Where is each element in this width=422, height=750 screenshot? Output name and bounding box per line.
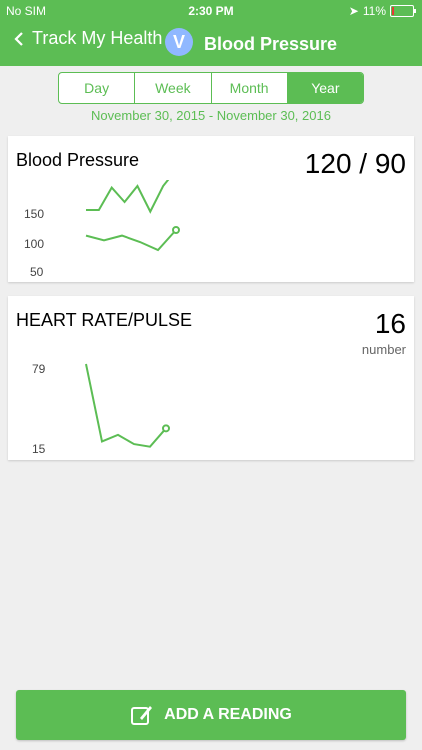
date-range: November 30, 2015 - November 30, 2016: [91, 108, 331, 123]
avatar[interactable]: V: [165, 28, 193, 56]
location-icon: ➤: [348, 4, 359, 18]
segment-day[interactable]: Day: [59, 73, 134, 103]
y-tick: 79: [32, 362, 46, 376]
y-tick: 50: [30, 265, 44, 279]
app-header: No SIM 2:30 PM ➤ 11% Track My Health V B…: [0, 0, 422, 66]
battery-icon: [390, 5, 416, 17]
series-line: [86, 180, 170, 214]
last-point-marker: [172, 226, 180, 234]
series-line: [85, 363, 167, 448]
status-right: ➤ 11%: [348, 4, 416, 18]
add-reading-label: ADD A READING: [164, 706, 292, 723]
nav-bar: Track My Health V Blood Pressure: [0, 24, 422, 64]
card-value: 16: [374, 308, 406, 339]
card-unit: number: [361, 342, 406, 357]
chevron-left-icon: [14, 31, 23, 46]
range-segmented-control: Day Week Month Year: [58, 72, 364, 104]
segment-month[interactable]: Month: [210, 73, 287, 103]
y-tick: 100: [24, 237, 45, 251]
card-value: 120 / 90: [304, 148, 406, 179]
last-point-marker: [162, 424, 170, 433]
battery-percent: 11%: [362, 4, 386, 18]
card-title: HEART RATE/PULSE: [16, 310, 193, 330]
heart-rate-card[interactable]: HEART RATE/PULSE 16 number 79 15: [8, 296, 414, 460]
segment-week[interactable]: Week: [134, 73, 210, 103]
status-bar: No SIM 2:30 PM ➤ 11%: [0, 0, 422, 22]
blood-pressure-card[interactable]: Blood Pressure 120 / 90 150 100 50: [8, 136, 414, 282]
heart-rate-chart: [85, 363, 170, 448]
y-tick: 15: [32, 442, 46, 456]
segment-year[interactable]: Year: [286, 73, 363, 103]
blood-pressure-chart: [85, 180, 180, 252]
card-title: Blood Pressure: [16, 150, 140, 170]
page-title: Blood Pressure: [204, 34, 338, 54]
back-button[interactable]: Track My Health: [10, 28, 162, 49]
add-reading-button[interactable]: ADD A READING: [16, 690, 406, 740]
edit-note-icon: [131, 706, 153, 725]
series-line: [85, 229, 177, 252]
back-label: Track My Health: [32, 28, 163, 48]
y-tick: 150: [24, 207, 45, 221]
